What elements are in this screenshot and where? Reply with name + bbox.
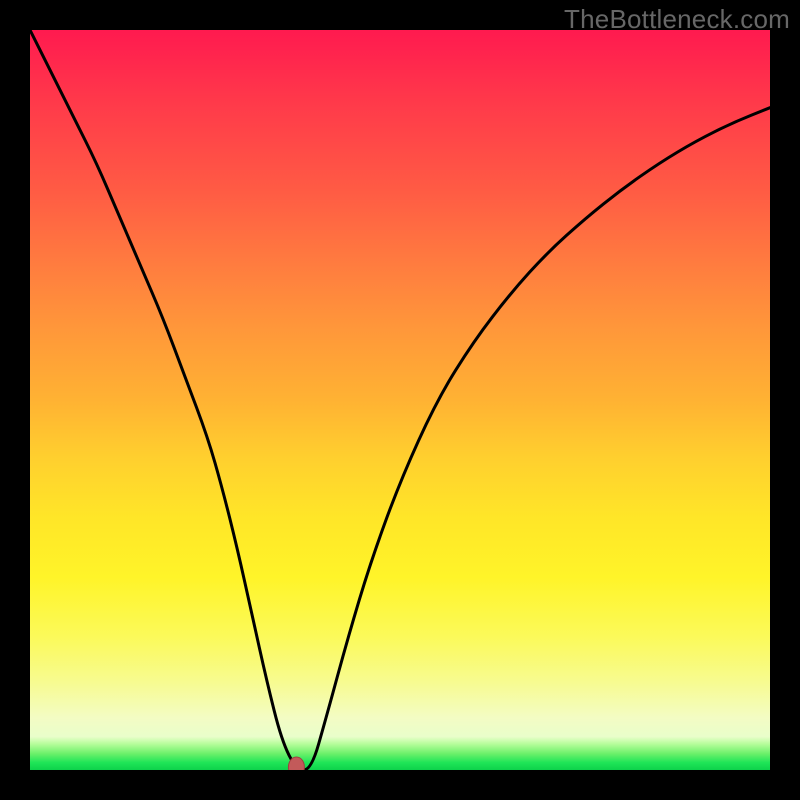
chart-frame: TheBottleneck.com [0, 0, 800, 800]
plot-area [30, 30, 770, 770]
curve-svg [30, 30, 770, 770]
minimum-point-marker [288, 757, 304, 770]
bottleneck-curve-path [30, 30, 770, 770]
